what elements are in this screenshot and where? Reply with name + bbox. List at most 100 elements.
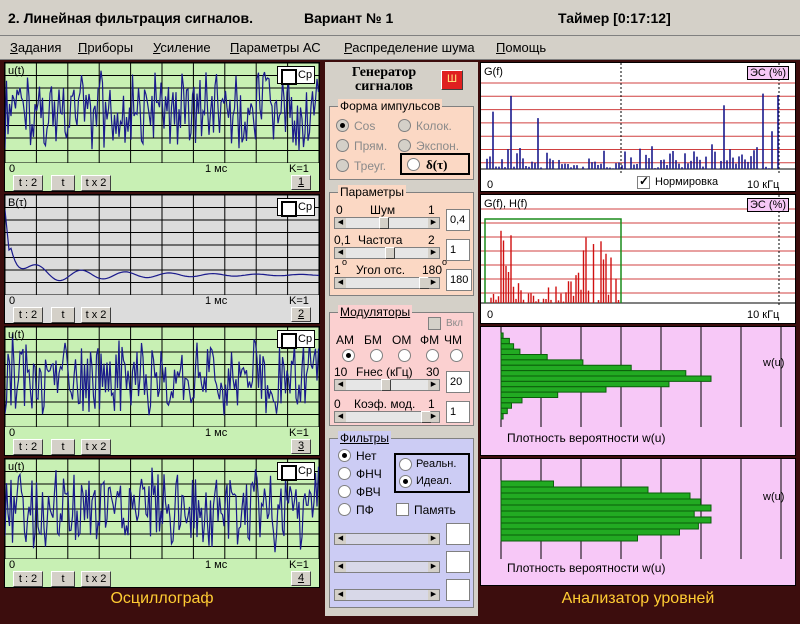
filter-value-3[interactable] — [446, 579, 470, 601]
spectrum-top-es[interactable]: ЭС (%) — [747, 66, 790, 80]
mod-chm-radio[interactable] — [450, 349, 463, 362]
angle-value[interactable]: 180 — [446, 269, 472, 291]
pulse-cos-radio[interactable] — [336, 119, 349, 132]
filter1-left-arrow-icon[interactable]: ◀ — [335, 534, 346, 544]
menu-help[interactable]: Помощь — [496, 40, 546, 55]
time-reset-button[interactable]: t — [51, 175, 75, 191]
histogram-bar — [500, 498, 701, 506]
generator-power-button[interactable]: Ш — [441, 70, 463, 90]
cp-checkbox[interactable]: Cp — [277, 198, 315, 217]
oscilloscope-footer: Осциллограф — [110, 590, 214, 607]
filter1-right-arrow-icon[interactable]: ▶ — [428, 534, 439, 544]
filter-hpf-radio[interactable] — [338, 485, 351, 498]
mod-am-radio[interactable] — [342, 349, 355, 362]
spectrum-bottom-es[interactable]: ЭС (%) — [747, 198, 790, 212]
time-half-button[interactable]: t : 2 — [13, 175, 43, 191]
channel-number-button[interactable]: 1 — [291, 175, 311, 190]
pulse-tri-radio[interactable] — [336, 159, 349, 172]
filter-slider-2[interactable]: ◀ ▶ — [334, 561, 440, 573]
filter-none-radio[interactable] — [338, 449, 351, 462]
menu-instruments[interactable]: Приборы — [78, 40, 133, 55]
modulators-title: Модуляторы — [338, 305, 413, 319]
menu-gain[interactable]: Усиление — [153, 40, 211, 55]
histogram-bar — [500, 516, 712, 524]
x-mid-label: 1 мс — [205, 559, 228, 571]
menu-tasks[interactable]: Задания — [10, 40, 61, 55]
channel-label: u(t) — [8, 329, 25, 341]
time-double-button[interactable]: t x 2 — [81, 439, 111, 455]
angle-right-arrow-icon[interactable]: ▶ — [428, 278, 439, 288]
filter-lpf-radio[interactable] — [338, 467, 351, 480]
time-reset-button[interactable]: t — [51, 307, 75, 323]
time-half-button[interactable]: t : 2 — [13, 439, 43, 455]
angle-left-arrow-icon[interactable]: ◀ — [335, 278, 346, 288]
filter-slider-1[interactable]: ◀ ▶ — [334, 533, 440, 545]
filter-bpf-radio[interactable] — [338, 503, 351, 516]
pulse-bell-radio[interactable] — [398, 119, 411, 132]
pulse-exp-label: Экспон. — [416, 139, 460, 153]
time-double-button[interactable]: t x 2 — [81, 571, 111, 587]
spectrum-top: G(f) ЭС (%) 0 10 кГц Нормировка — [480, 62, 796, 192]
cp-checkbox[interactable]: Cp — [277, 462, 315, 481]
time-double-button[interactable]: t x 2 — [81, 175, 111, 191]
filter2-right-arrow-icon[interactable]: ▶ — [428, 562, 439, 572]
normalize-checkbox[interactable] — [637, 174, 650, 189]
channel-number-button[interactable]: 4 — [291, 571, 311, 586]
noise-right-arrow-icon[interactable]: ▶ — [428, 218, 439, 228]
filter2-left-arrow-icon[interactable]: ◀ — [335, 562, 346, 572]
kmod-left-arrow-icon[interactable]: ◀ — [335, 412, 346, 422]
mod-om-radio[interactable] — [398, 349, 411, 362]
filter-ideal-radio[interactable] — [399, 475, 412, 488]
time-half-button[interactable]: t : 2 — [13, 307, 43, 323]
noise-max: 1 — [428, 203, 435, 217]
freq-max: 2 — [428, 233, 435, 247]
filter3-left-arrow-icon[interactable]: ◀ — [335, 590, 346, 600]
pulse-delta-radio[interactable] — [407, 158, 420, 171]
kmod-value[interactable]: 1 — [446, 401, 470, 423]
cp-checkbox[interactable]: Cp — [277, 330, 315, 349]
fnes-slider-thumb[interactable] — [381, 379, 391, 391]
menu-noise-distribution[interactable]: Распределение шума — [344, 40, 475, 55]
mod-enable-checkbox[interactable] — [428, 317, 441, 330]
generator-title-line2: сигналов — [355, 79, 413, 94]
histogram-bar — [500, 504, 712, 512]
filter-value-1[interactable] — [446, 523, 470, 545]
fnes-slider[interactable]: ◀ ▶ — [334, 379, 440, 391]
freq-slider[interactable]: ◀ ▶ — [334, 247, 440, 259]
filter-value-2[interactable] — [446, 551, 470, 573]
fnes-left-arrow-icon[interactable]: ◀ — [335, 380, 346, 390]
menu-ac-params[interactable]: Параметры АС — [230, 40, 321, 55]
filter3-right-arrow-icon[interactable]: ▶ — [428, 590, 439, 600]
kmod-slider[interactable]: ◀ ▶ — [334, 411, 440, 423]
angle-slider[interactable]: ◀ ▶ — [334, 277, 440, 289]
noise-left-arrow-icon[interactable]: ◀ — [335, 218, 346, 228]
mod-bm-radio[interactable] — [370, 349, 383, 362]
pulse-rect-radio[interactable] — [336, 139, 349, 152]
pulse-exp-radio[interactable] — [398, 139, 411, 152]
channel-number-button[interactable]: 2 — [291, 307, 311, 322]
freq-slider-thumb[interactable] — [385, 247, 395, 259]
time-double-button[interactable]: t x 2 — [81, 307, 111, 323]
fnes-right-arrow-icon[interactable]: ▶ — [428, 380, 439, 390]
time-reset-button[interactable]: t — [51, 571, 75, 587]
time-reset-button[interactable]: t — [51, 439, 75, 455]
filter-real-radio[interactable] — [399, 458, 412, 471]
noise-slider[interactable]: ◀ ▶ — [334, 217, 440, 229]
oscilloscope-channel-3: u(t) Cp 0 1 мс K=1 t : 2 t t x 2 3 — [4, 326, 320, 456]
noise-slider-thumb[interactable] — [379, 217, 389, 229]
fnes-min: 10 — [334, 365, 348, 379]
kmod-right-arrow-icon[interactable]: ▶ — [428, 412, 439, 422]
fnes-value[interactable]: 20 — [446, 371, 470, 393]
histogram-bar — [500, 492, 691, 500]
filter-slider-3[interactable]: ◀ ▶ — [334, 589, 440, 601]
channel-number-button[interactable]: 3 — [291, 439, 311, 454]
cp-checkbox[interactable]: Cp — [277, 66, 315, 85]
memory-checkbox[interactable] — [396, 503, 409, 516]
time-half-button[interactable]: t : 2 — [13, 571, 43, 587]
angle-max-unit: o — [442, 257, 448, 267]
noise-value[interactable]: 0,4 — [446, 209, 470, 231]
mod-fm-radio[interactable] — [426, 349, 439, 362]
pulse-shape-title: Форма импульсов — [338, 99, 443, 113]
freq-right-arrow-icon[interactable]: ▶ — [428, 248, 439, 258]
freq-value[interactable]: 1 — [446, 239, 470, 261]
